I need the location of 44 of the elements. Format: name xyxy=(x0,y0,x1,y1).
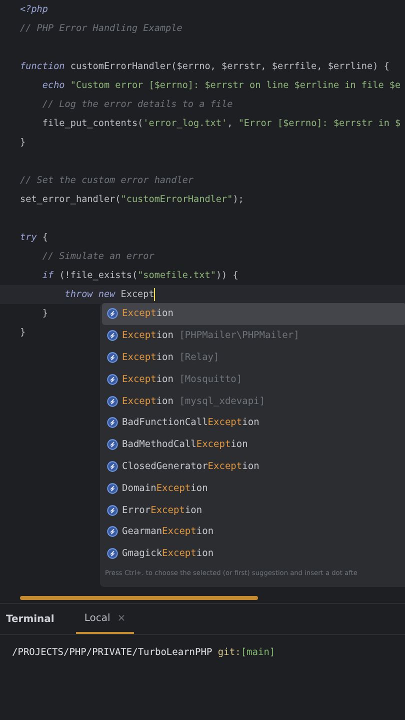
completion-item[interactable]: Exception [Mosquitto] xyxy=(102,368,405,390)
code-line: // Log the error details to a file xyxy=(41,98,233,112)
completion-item[interactable]: Exception [PHPMailer\PHPMailer] xyxy=(102,324,405,347)
completion-item[interactable]: ErrorException xyxy=(102,499,405,521)
completion-item[interactable]: BadFunctionCallException xyxy=(102,412,405,434)
terminal-tab[interactable]: Local × xyxy=(76,604,134,634)
code-line: // Simulate an error xyxy=(41,250,154,264)
code-line: } xyxy=(20,326,26,340)
completion-item[interactable]: GmagickException xyxy=(102,542,405,565)
terminal-prompt: /PROJECTS/PHP/PRIVATE/TurboLearnPHP git:[main] xyxy=(11,646,276,658)
code-line: set_error_handler("customErrorHandler"); xyxy=(20,193,244,207)
class-icon xyxy=(107,526,118,538)
code-line: throw new Except xyxy=(64,288,154,302)
code-line: <?php xyxy=(20,3,48,17)
panel-title: Terminal xyxy=(5,612,56,626)
code-line: file_put_contents('error_log.txt', "Error [$errno]: $errstr in $ xyxy=(41,117,401,131)
completion-item[interactable]: DomainException xyxy=(102,477,405,500)
completion-item[interactable]: GearmanException xyxy=(102,520,405,543)
class-icon xyxy=(107,352,118,363)
class-icon xyxy=(107,374,118,385)
code-line: // PHP Error Handling Example xyxy=(20,22,182,36)
class-icon xyxy=(107,548,118,560)
class-icon xyxy=(107,460,118,472)
class-icon xyxy=(107,330,118,342)
code-line: } xyxy=(41,307,48,321)
code-line: function customErrorHandler($errno, $errstr, $errfile, $errline) { xyxy=(20,60,390,74)
completion-item[interactable]: Exception xyxy=(102,303,405,325)
completion-item[interactable]: ClosedGeneratorException xyxy=(102,456,405,478)
code-line: // Set the custom error handler xyxy=(20,174,194,188)
code-line: try { xyxy=(20,231,48,245)
code-line: if (!file_exists("somefile.txt")) { xyxy=(41,269,238,283)
completion-item[interactable]: Exception [mysql_xdevapi] xyxy=(102,390,405,412)
code-line: } xyxy=(20,136,26,150)
class-icon xyxy=(107,439,118,450)
code-line: echo "Custom error [$errno]: $errstr on line $errline in file $e xyxy=(41,79,401,93)
class-icon xyxy=(107,482,118,494)
completion-item[interactable]: BadMethodCallException xyxy=(102,434,405,456)
class-icon xyxy=(107,396,118,407)
completion-item[interactable]: Exception [Relay] xyxy=(102,346,405,368)
class-icon xyxy=(107,417,118,428)
text-cursor xyxy=(154,288,156,301)
class-icon xyxy=(107,308,118,320)
class-icon xyxy=(107,504,118,516)
scrollbar-thumb[interactable] xyxy=(20,596,258,600)
